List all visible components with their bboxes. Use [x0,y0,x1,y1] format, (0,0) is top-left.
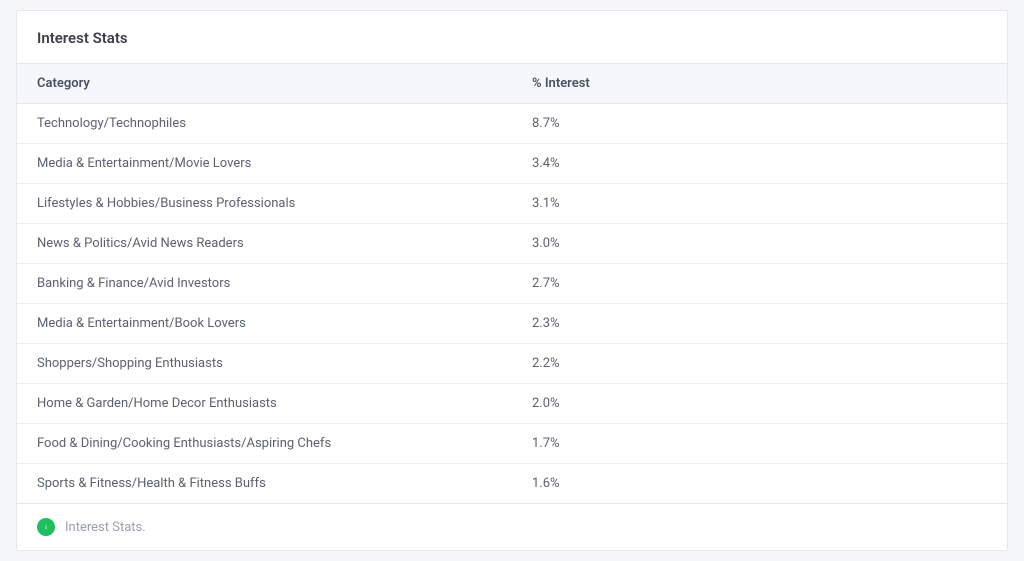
cell-interest: 1.7% [512,424,1007,464]
cell-category: Lifestyles & Hobbies/Business Profession… [17,184,512,224]
cell-interest: 3.1% [512,184,1007,224]
cell-category: Home & Garden/Home Decor Enthusiasts [17,384,512,424]
card-footer: Interest Stats. [17,504,1007,550]
cell-interest: 2.0% [512,384,1007,424]
cell-category: Banking & Finance/Avid Investors [17,264,512,304]
table-row: Media & Entertainment/Book Lovers 2.3% [17,304,1007,344]
table-row: Home & Garden/Home Decor Enthusiasts 2.0… [17,384,1007,424]
header-interest: % Interest [512,64,1007,104]
table-row: Banking & Finance/Avid Investors 2.7% [17,264,1007,304]
cell-category: Food & Dining/Cooking Enthusiasts/Aspiri… [17,424,512,464]
cell-interest: 1.6% [512,464,1007,504]
cell-category: Media & Entertainment/Movie Lovers [17,144,512,184]
table-row: Lifestyles & Hobbies/Business Profession… [17,184,1007,224]
cell-category: News & Politics/Avid News Readers [17,224,512,264]
card-title: Interest Stats [37,29,987,47]
table-row: Shoppers/Shopping Enthusiasts 2.2% [17,344,1007,384]
table-row: Technology/Technophiles 8.7% [17,104,1007,144]
table-row: Sports & Fitness/Health & Fitness Buffs … [17,464,1007,504]
cell-category: Sports & Fitness/Health & Fitness Buffs [17,464,512,504]
cell-category: Technology/Technophiles [17,104,512,144]
table-header-row: Category % Interest [17,64,1007,104]
footer-text: Interest Stats. [65,520,146,535]
interest-stats-table: Category % Interest Technology/Technophi… [17,63,1007,504]
cell-interest: 3.4% [512,144,1007,184]
table-row: Media & Entertainment/Movie Lovers 3.4% [17,144,1007,184]
cell-interest: 2.7% [512,264,1007,304]
cell-interest: 2.3% [512,304,1007,344]
cell-category: Shoppers/Shopping Enthusiasts [17,344,512,384]
cell-category: Media & Entertainment/Book Lovers [17,304,512,344]
cell-interest: 2.2% [512,344,1007,384]
table-row: News & Politics/Avid News Readers 3.0% [17,224,1007,264]
info-icon [37,518,55,536]
cell-interest: 8.7% [512,104,1007,144]
header-category: Category [17,64,512,104]
table-row: Food & Dining/Cooking Enthusiasts/Aspiri… [17,424,1007,464]
cell-interest: 3.0% [512,224,1007,264]
table-body: Technology/Technophiles 8.7% Media & Ent… [17,104,1007,504]
interest-stats-card: Interest Stats Category % Interest Techn… [16,10,1008,551]
card-header: Interest Stats [17,11,1007,63]
